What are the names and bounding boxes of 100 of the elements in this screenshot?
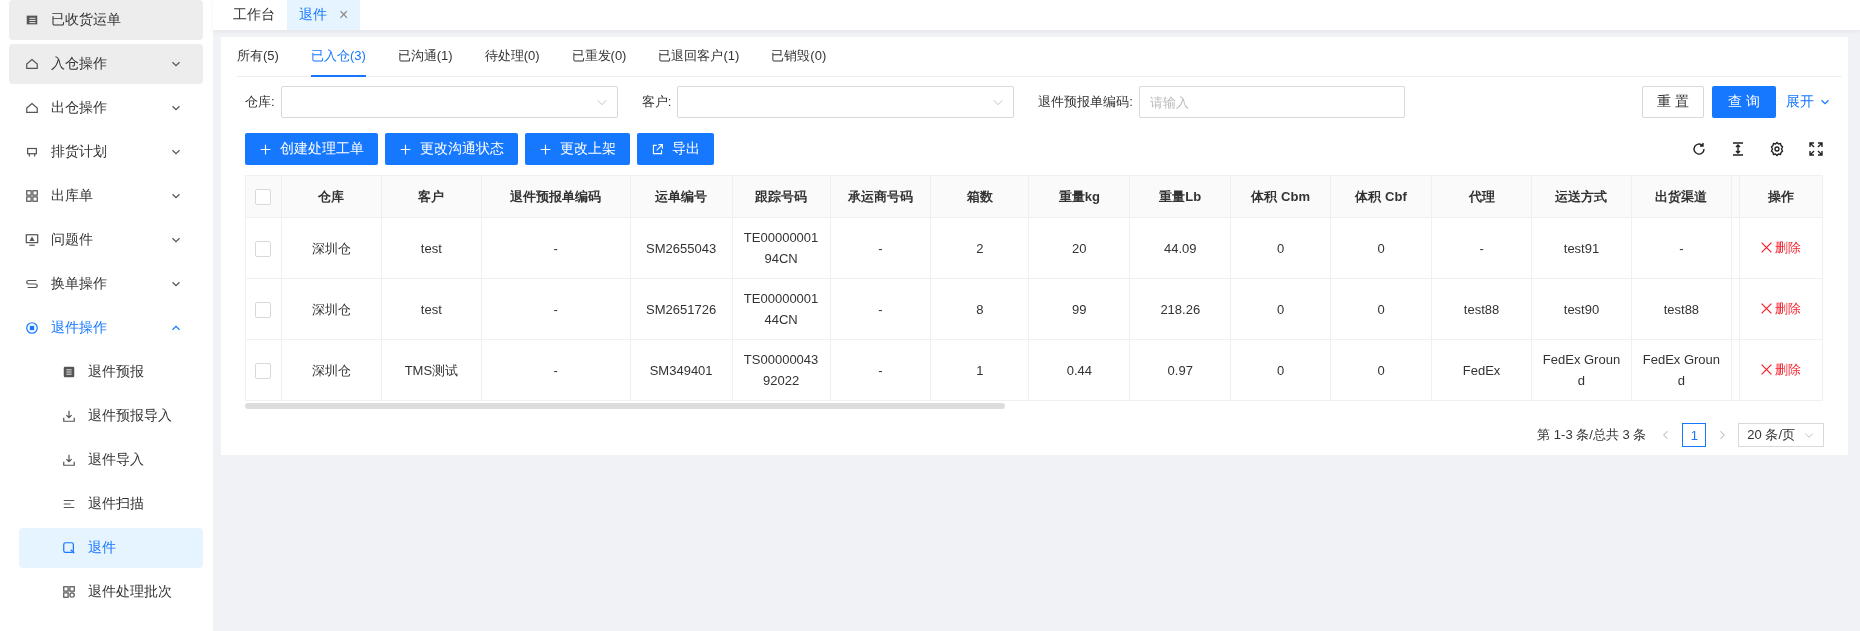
list-icon [25,13,39,27]
sidebar-item[interactable]: 排货计划 [9,132,203,172]
sidebar-item[interactable]: 退件扫描 [19,484,203,524]
status-tab[interactable]: 已退回客户(1) [658,37,740,77]
select-field[interactable] [280,86,618,118]
table-cell: 0 [1330,217,1432,279]
column-height-icon [1730,141,1746,157]
column-header: 客户 [381,175,482,218]
settings-icon [1769,141,1785,157]
lines-icon [62,497,76,511]
table-cell: SM349401 [630,339,733,401]
grid-icon [62,585,76,599]
table-cell: 0 [1230,217,1331,279]
table-cell: - [830,339,931,401]
sidebar-item[interactable]: 退件预报导入 [19,396,203,436]
table-cell: test [381,217,482,279]
checkbox[interactable] [255,363,272,380]
page-size-select[interactable]: 20 条/页 [1738,423,1824,447]
plus-icon [259,142,272,156]
action-button[interactable]: 更改沟通状态 [385,133,518,165]
page-button[interactable]: 1 [1682,423,1707,447]
table-cell: 深圳仓 [281,339,382,401]
plus-icon [399,142,412,156]
refresh-icon [1691,141,1707,157]
query-button[interactable]: 查 询 [1712,86,1776,118]
table-cell: 20 [1028,217,1130,279]
delete-link[interactable]: 删除 [1760,297,1802,319]
table-cell: 2 [930,217,1029,279]
table-cell: FedEx Ground [1531,339,1632,401]
action-button[interactable]: 更改上架 [525,133,630,165]
table-cell: test90 [1531,278,1632,340]
table-cell: TS0000004392022 [732,339,831,401]
table-cell: - [481,339,631,401]
sidebar-item[interactable]: 已收货运单 [9,0,203,40]
swap-icon [25,277,39,291]
select-field[interactable] [677,86,1015,118]
status-tab[interactable]: 待处理(0) [484,37,540,77]
status-tab[interactable]: 已重发(0) [571,37,627,77]
field-label: 仓库: [245,93,275,111]
table-cell: TE0000000194CN [732,217,831,279]
monitor-warning-icon [25,233,39,247]
table-cell: test88 [1431,278,1532,340]
house-icon [25,101,39,115]
table-cell: SM2655043 [630,217,733,279]
sidebar-item[interactable]: 退件 [19,528,203,568]
column-header: 体积 Cbf [1330,175,1432,218]
close-icon [1760,240,1774,254]
table-cell: SM2651726 [630,278,733,340]
table-cell: 0 [1230,339,1331,401]
table-cell: 1 [930,339,1029,401]
reset-button[interactable]: 重 置 [1642,86,1705,118]
field-label: 退件预报单编码: [1038,93,1133,111]
status-tab[interactable]: 所有(5) [237,37,279,77]
column-header: 箱数 [930,175,1029,218]
sidebar-item[interactable]: 出仓操作 [9,88,203,128]
table-cell: 0.44 [1028,339,1130,401]
close-icon [1760,301,1774,315]
export-icon [651,142,664,156]
sidebar-item[interactable]: 问题件 [9,220,203,260]
checkbox[interactable] [255,188,272,205]
sidebar-item[interactable]: 退件导入 [19,440,203,480]
input-field[interactable]: 请输入 [1138,86,1405,118]
table-cell: 深圳仓 [281,278,382,340]
table-cell: TE0000000144CN [732,278,831,340]
grid-icon [25,189,39,203]
sidebar-item[interactable]: 换单操作 [9,264,203,304]
column-header: 出货渠道 [1631,175,1732,218]
status-tab[interactable]: 已销毁(0) [771,37,827,77]
action-button[interactable]: 导出 [637,133,714,165]
page-tab[interactable]: 工作台 [221,0,287,30]
status-tab[interactable]: 已入仓(3) [310,37,366,77]
sidebar-item[interactable]: 退件操作 [9,308,203,348]
delete-link[interactable]: 删除 [1760,358,1802,380]
column-header: 承运商号码 [830,175,931,218]
column-header: 运单编号 [630,175,733,218]
column-header: 跟踪号码 [732,175,831,218]
checkbox[interactable] [255,241,272,258]
status-tab[interactable]: 已沟通(1) [397,37,453,77]
table-cell: 深圳仓 [281,217,382,279]
table-cell: test91 [1531,217,1632,279]
page-tab[interactable]: 退件 × [287,0,361,30]
scrollbar[interactable] [245,403,1005,409]
table-cell: FedEx Ground [1631,339,1732,401]
sidebar-item[interactable]: 退件预报 [19,352,203,392]
list-icon [62,365,76,379]
delete-link[interactable]: 删除 [1760,236,1802,258]
sidebar-item[interactable]: 入仓操作 [9,44,203,84]
column-header: 重量Lb [1129,175,1231,218]
table-cell: - [481,217,631,279]
sidebar-item[interactable]: 退件处理批次 [19,572,203,612]
column-header: 仓库 [281,175,382,218]
table-cell: - [1631,217,1732,279]
column-header: 重量kg [1028,175,1130,218]
sidebar-item[interactable]: 出库单 [9,176,203,216]
table-cell: test [381,278,482,340]
checkbox[interactable] [255,302,272,319]
action-button[interactable]: 创建处理工单 [245,133,378,165]
column-header: 代理 [1431,175,1532,218]
expand-button[interactable]: 展开 [1786,93,1832,111]
table-cell: 44.09 [1129,217,1231,279]
